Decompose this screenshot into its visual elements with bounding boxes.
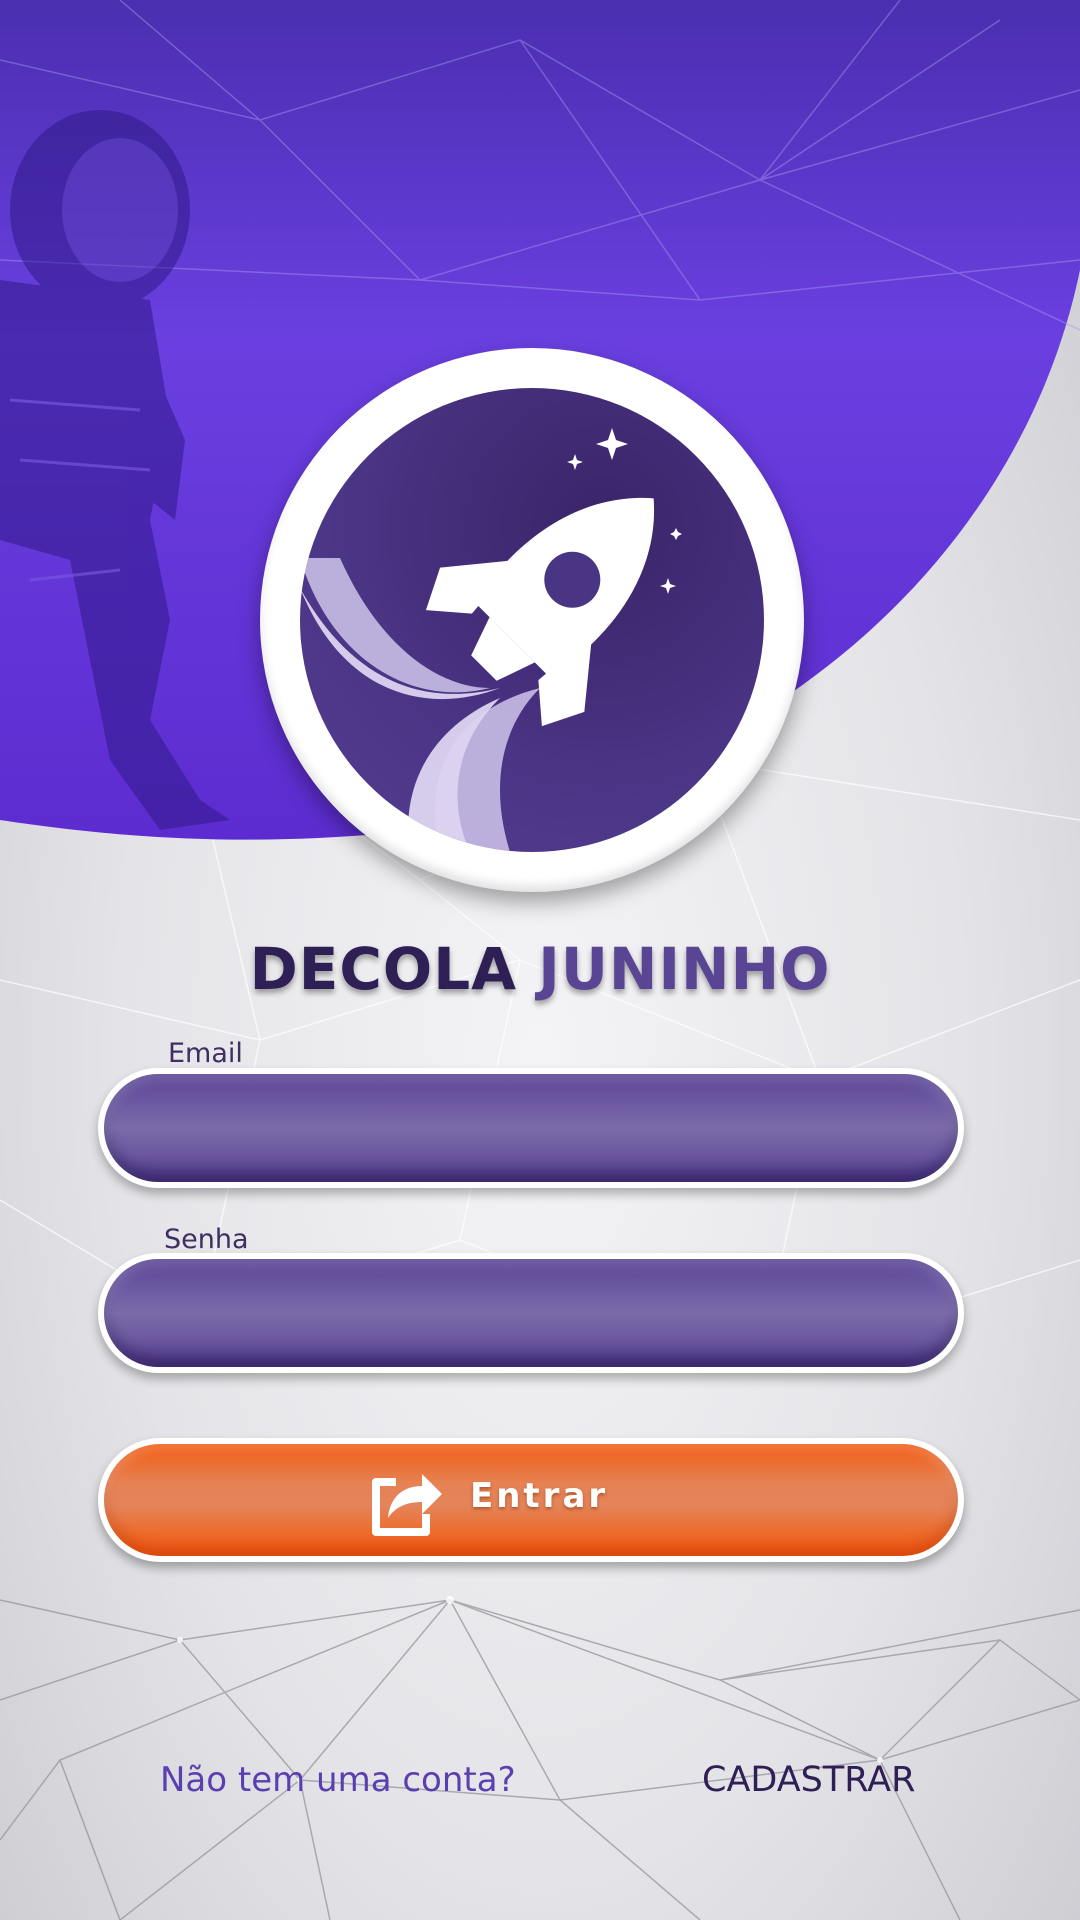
app-title-part2: JUNINHO: [538, 935, 831, 1003]
login-button[interactable]: Entrar: [98, 1438, 964, 1562]
app-logo: [260, 348, 804, 892]
app-title: DECOLA JUNINHO: [0, 935, 1080, 1003]
login-button-background: Entrar: [104, 1444, 958, 1556]
rocket-icon: [300, 428, 682, 852]
signup-link[interactable]: CADASTRAR: [702, 1760, 915, 1800]
app-title-part1: DECOLA: [249, 935, 518, 1003]
email-label: Email: [168, 1038, 243, 1069]
email-field[interactable]: [144, 1074, 928, 1184]
astronaut-illustration: [0, 110, 230, 830]
no-account-text: Não tem uma conta?: [160, 1760, 516, 1800]
password-label: Senha: [164, 1224, 249, 1255]
email-field-container: [98, 1068, 964, 1188]
login-button-label: Entrar: [470, 1476, 609, 1516]
share-arrow-icon: [372, 1474, 442, 1536]
logo-badge: [300, 388, 764, 852]
password-field[interactable]: [144, 1259, 928, 1369]
password-field-container: [98, 1253, 964, 1373]
email-field-background: [104, 1074, 958, 1184]
password-field-background: [104, 1259, 958, 1369]
login-screen: DECOLA JUNINHO Email Senha Entrar Não te…: [0, 0, 1080, 1920]
